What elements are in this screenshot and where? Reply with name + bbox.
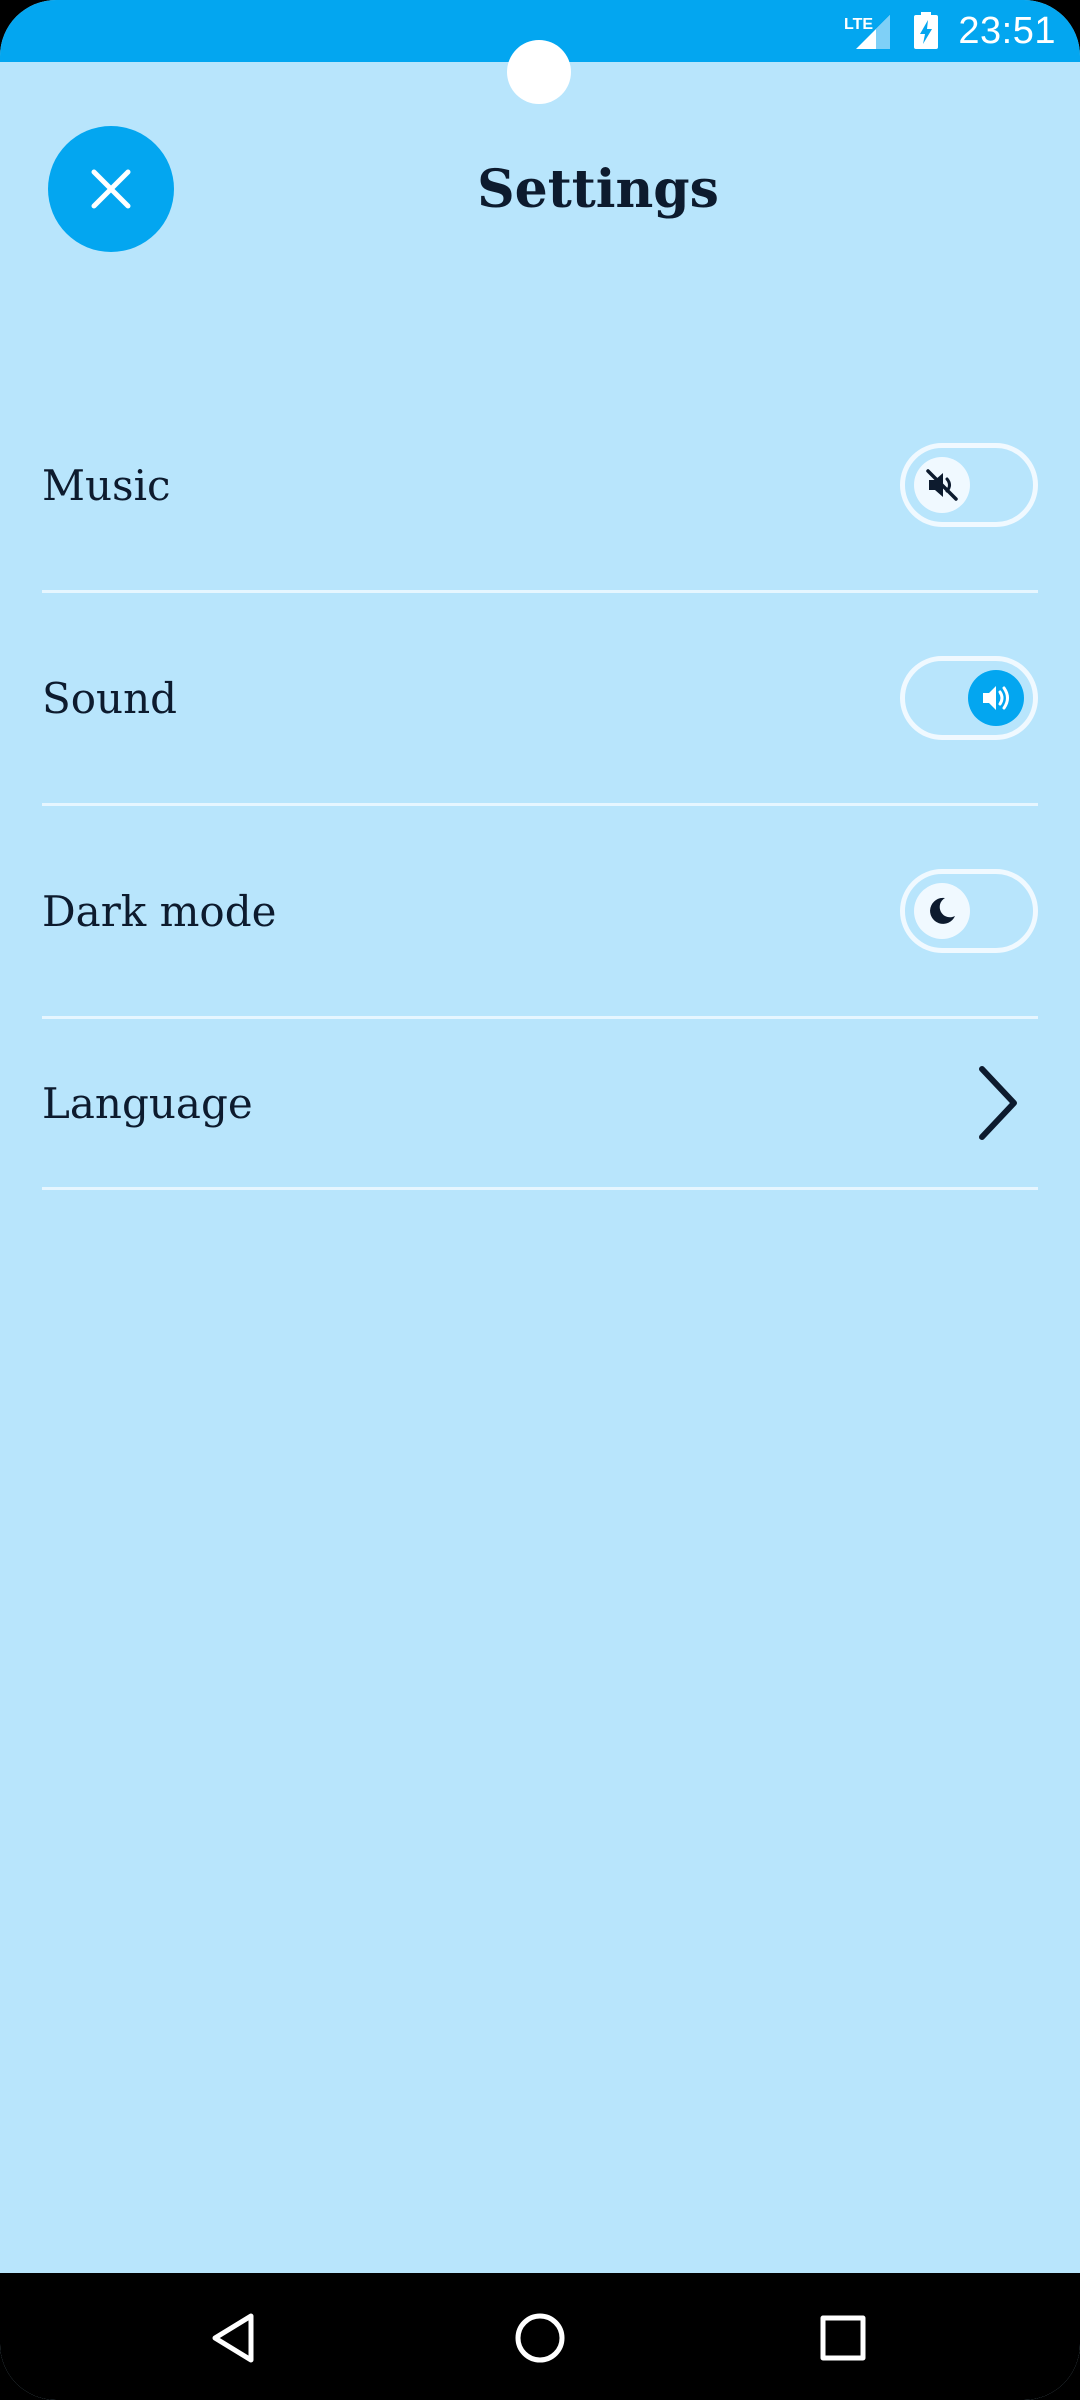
volume-muted-icon <box>926 469 958 501</box>
svg-text:LTE: LTE <box>844 16 873 33</box>
navigation-bar <box>0 2273 1080 2400</box>
close-icon <box>91 169 131 209</box>
settings-screen: LTE 23:51 Settings Music Sound Dark mode… <box>0 0 1080 2400</box>
back-icon <box>212 2313 254 2363</box>
status-icons: LTE 23:51 <box>842 6 1056 56</box>
dark-mode-toggle[interactable] <box>900 869 1038 953</box>
setting-label-sound: Sound <box>42 673 178 723</box>
dark-mode-toggle-knob <box>914 883 970 939</box>
settings-list: Music Sound Dark mode Language <box>42 380 1038 1190</box>
home-button[interactable] <box>505 2303 575 2373</box>
setting-label-music: Music <box>42 460 171 510</box>
front-camera <box>507 40 571 104</box>
setting-label-dark-mode: Dark mode <box>42 886 277 936</box>
sound-toggle[interactable] <box>900 656 1038 740</box>
setting-row-dark-mode: Dark mode <box>42 806 1038 1019</box>
language-chevron[interactable] <box>968 1063 1028 1143</box>
setting-row-language[interactable]: Language <box>42 1019 1038 1190</box>
moon-icon <box>930 897 955 924</box>
lte-signal-icon: LTE <box>844 15 891 49</box>
recents-button[interactable] <box>808 2303 878 2373</box>
setting-row-music: Music <box>42 380 1038 593</box>
page-title: Settings <box>477 159 719 220</box>
back-button[interactable] <box>200 2303 270 2373</box>
recents-icon <box>820 2315 866 2361</box>
music-toggle-knob <box>914 457 970 513</box>
volume-on-icon <box>983 686 1009 710</box>
setting-row-sound: Sound <box>42 593 1038 806</box>
chevron-right-icon <box>979 1066 1017 1140</box>
status-time: 23:51 <box>958 9 1056 52</box>
setting-label-language: Language <box>42 1078 253 1128</box>
music-toggle[interactable] <box>900 443 1038 527</box>
home-icon <box>515 2313 565 2363</box>
sound-toggle-knob <box>968 670 1024 726</box>
battery-charging-icon <box>914 12 939 49</box>
close-button[interactable] <box>48 126 174 252</box>
